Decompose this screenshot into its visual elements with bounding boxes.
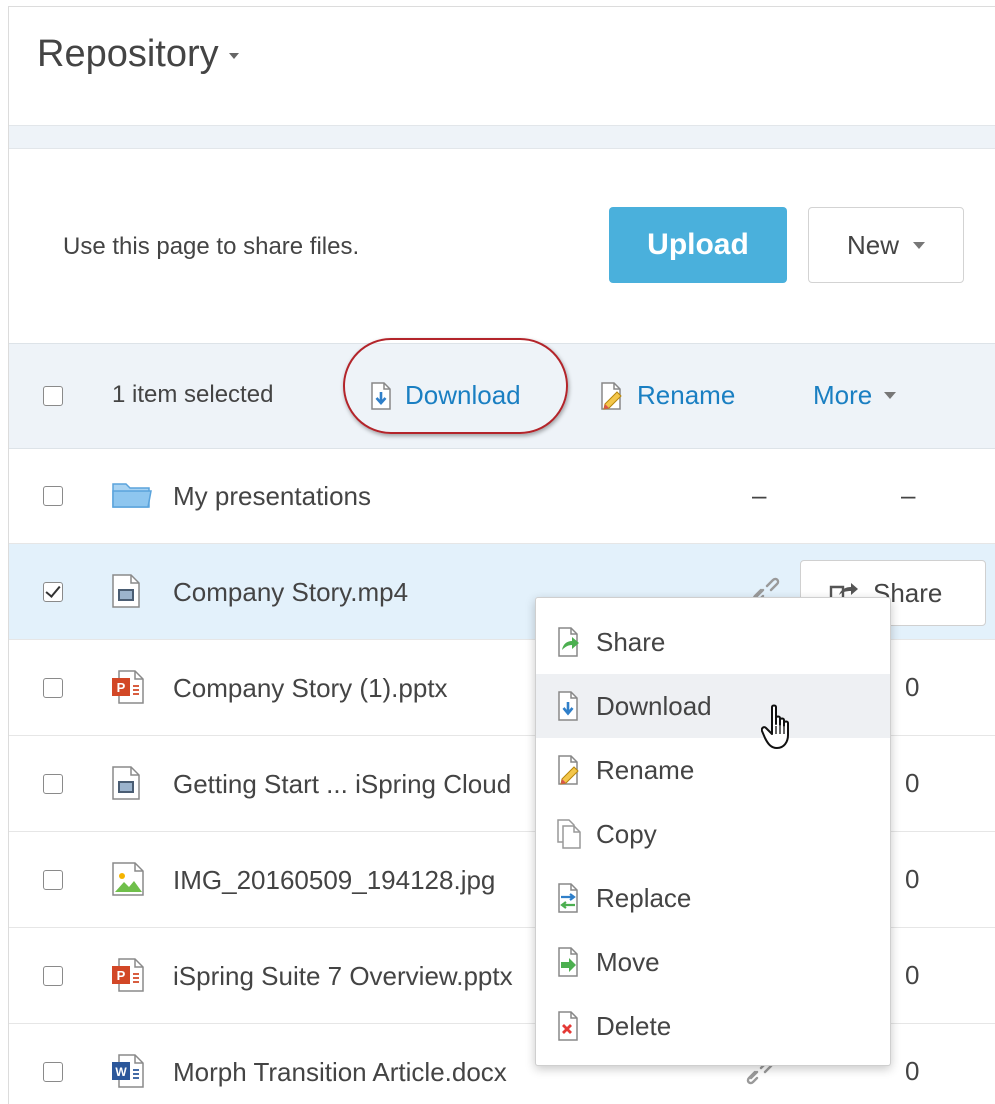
menu-item-label: Share — [596, 626, 666, 657]
row-checkbox[interactable] — [43, 966, 63, 986]
pptx-file-icon: P — [112, 958, 144, 992]
video-file-icon — [112, 766, 140, 800]
menu-item-label: Rename — [596, 754, 695, 785]
header-divider-band — [9, 125, 995, 149]
file-name[interactable]: Getting Start ... iSpring Cloud — [173, 769, 511, 800]
page-title-dropdown[interactable]: Repository — [37, 33, 239, 76]
row-checkbox[interactable] — [43, 486, 63, 506]
folder-icon — [112, 483, 152, 508]
menu-item-delete[interactable]: Delete — [536, 994, 890, 1058]
file-name[interactable]: Morph Transition Article.docx — [173, 1057, 507, 1088]
hand-cursor-icon — [761, 704, 789, 749]
replace-icon — [558, 883, 578, 913]
delete-icon — [558, 1011, 578, 1041]
menu-item-copy[interactable]: Copy — [536, 802, 890, 866]
menu-item-move[interactable]: Move — [536, 930, 890, 994]
copy-icon — [557, 819, 581, 849]
move-icon — [558, 947, 578, 977]
select-all-checkbox[interactable] — [43, 386, 63, 406]
menu-item-share[interactable]: Share — [536, 610, 890, 674]
page-header: Repository — [9, 7, 995, 125]
file-name[interactable]: iSpring Suite 7 Overview.pptx — [173, 961, 513, 992]
svg-text:P: P — [117, 680, 126, 695]
menu-item-label: Move — [596, 946, 660, 977]
svg-text:W: W — [115, 1065, 127, 1079]
context-menu: Share Download Rename Copy Replace Move … — [535, 597, 891, 1066]
file-name[interactable]: My presentations — [173, 481, 371, 512]
row-checkbox[interactable] — [43, 678, 63, 698]
file-name[interactable]: Company Story (1).pptx — [173, 673, 448, 704]
download-icon — [558, 691, 578, 721]
upload-button[interactable]: Upload — [609, 207, 787, 283]
row-count: 0 — [905, 672, 920, 702]
repository-page: Repository Use this page to share files.… — [8, 6, 995, 1104]
row-value: – — [901, 480, 916, 510]
file-name[interactable]: Company Story.mp4 — [173, 577, 408, 608]
row-value: – — [752, 480, 767, 510]
menu-item-label: Download — [596, 690, 712, 721]
toolbar-more-button[interactable]: More — [813, 380, 897, 411]
menu-item-label: Copy — [596, 818, 657, 849]
row-count: 0 — [905, 864, 920, 894]
page-title: Repository — [37, 33, 219, 75]
row-checkbox[interactable] — [43, 774, 63, 794]
svg-text:P: P — [117, 968, 126, 983]
menu-item-label: Delete — [596, 1010, 672, 1041]
row-checkbox[interactable] — [43, 582, 63, 602]
pptx-file-icon: P — [112, 670, 144, 704]
menu-item-rename[interactable]: Rename — [536, 738, 890, 802]
toolbar-more-label: More — [813, 380, 873, 410]
docx-file-icon: W — [112, 1054, 144, 1088]
video-file-icon — [112, 574, 140, 608]
row-checkbox[interactable] — [43, 1062, 63, 1082]
chevron-down-icon — [913, 241, 925, 249]
row-count: 0 — [905, 768, 920, 798]
row-checkbox[interactable] — [43, 870, 63, 890]
new-button-label: New — [846, 229, 899, 260]
file-name[interactable]: IMG_20160509_194128.jpg — [173, 865, 495, 896]
chevron-down-icon — [228, 52, 239, 59]
toolbar-rename-button[interactable]: Rename — [599, 380, 735, 411]
new-button[interactable]: New — [808, 207, 964, 283]
table-row[interactable]: My presentations – – — [9, 448, 995, 544]
menu-item-download[interactable]: Download — [536, 674, 890, 738]
menu-item-label: Replace — [596, 882, 692, 913]
image-file-icon — [112, 862, 144, 896]
selection-count: 1 item selected — [112, 381, 274, 408]
rename-icon — [601, 381, 622, 410]
download-highlight-oval — [343, 338, 568, 434]
menu-item-replace[interactable]: Replace — [536, 866, 890, 930]
rename-icon — [558, 755, 579, 785]
chevron-down-icon — [884, 392, 897, 399]
row-count: 0 — [905, 1056, 920, 1086]
row-count: 0 — [905, 960, 920, 990]
intro-text: Use this page to share files. — [63, 233, 360, 260]
toolbar-rename-label: Rename — [637, 380, 736, 410]
share-icon — [558, 627, 579, 657]
